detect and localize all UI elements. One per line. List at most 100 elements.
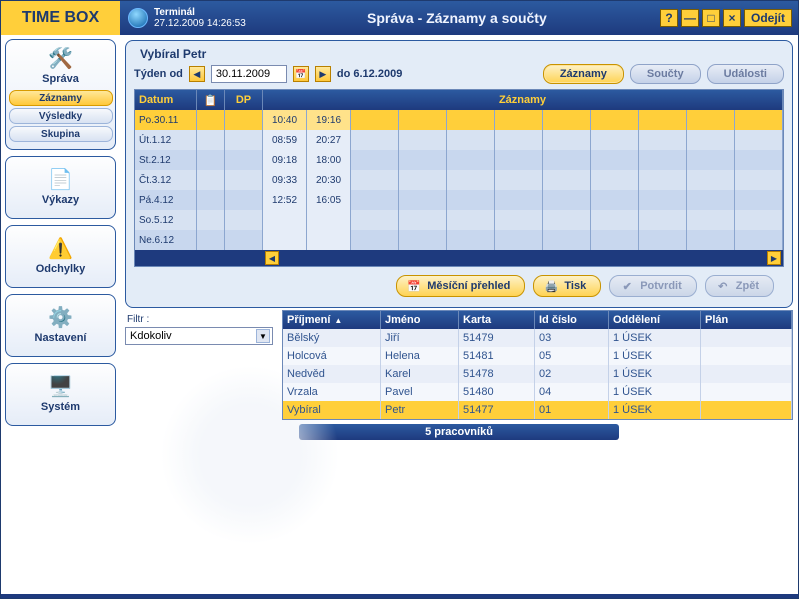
schedule-row[interactable]: St.2.1209:1818:00	[135, 150, 783, 170]
status-bar: 5 pracovníků	[299, 424, 619, 440]
maximize-button[interactable]: □	[702, 9, 720, 27]
cell-prijmeni: Holcová	[283, 347, 381, 365]
schedule-row[interactable]: Po.30.1110:4019:16	[135, 110, 783, 130]
empty-slot	[687, 110, 735, 130]
cell-dp	[225, 230, 263, 250]
col-date[interactable]: Datum	[135, 90, 197, 110]
empty-slot	[351, 150, 399, 170]
empty-slot	[735, 130, 783, 150]
sidebar-group-odchylky[interactable]: ⚠️ Odchylky	[5, 225, 116, 288]
employee-row[interactable]: NedvědKarel51478021 ÚSEK	[283, 365, 792, 383]
cell-karta: 51480	[459, 383, 535, 401]
empty-slot	[351, 210, 399, 230]
empty-slot	[639, 150, 687, 170]
prev-week-button[interactable]: ◀	[189, 66, 205, 82]
empty-slot	[495, 150, 543, 170]
sidebar-item-zaznamy[interactable]: Záznamy	[9, 90, 113, 106]
tab-zaznamy[interactable]: Záznamy	[543, 64, 624, 84]
sidebar-item-skupina[interactable]: Skupina	[9, 126, 113, 142]
cell-plan	[701, 347, 792, 365]
schedule-row[interactable]: Pá.4.1212:5216:05	[135, 190, 783, 210]
cell-time-out	[307, 230, 351, 250]
col-jmeno[interactable]: Jméno	[381, 311, 459, 329]
col-prijmeni[interactable]: Příjmení▲	[283, 311, 381, 329]
empty-slot	[399, 190, 447, 210]
next-week-button[interactable]: ▶	[315, 66, 331, 82]
gear-icon: ⚙️	[48, 305, 73, 330]
tab-udalosti[interactable]: Události	[707, 64, 784, 84]
cell-karta: 51481	[459, 347, 535, 365]
exit-button[interactable]: Odejít	[744, 9, 792, 27]
col-id[interactable]: Id číslo	[535, 311, 609, 329]
week-to-label: do 6.12.2009	[337, 68, 402, 80]
cell-date: St.2.12	[135, 150, 197, 170]
sidebar-group-sprava[interactable]: 🛠️ Správa Záznamy Výsledky Skupina	[5, 39, 116, 150]
empty-slot	[447, 190, 495, 210]
empty-slot	[591, 110, 639, 130]
empty-slot	[447, 170, 495, 190]
cell-dp	[225, 190, 263, 210]
cell-oddeleni: 1 ÚSEK	[609, 365, 701, 383]
sidebar-group-system[interactable]: 🖥️ Systém	[5, 363, 116, 426]
close-button[interactable]: ×	[723, 9, 741, 27]
filter-value: Kdokoliv	[130, 330, 172, 342]
empty-slot	[735, 190, 783, 210]
cell-time-out	[307, 210, 351, 230]
cell-date: Po.30.11	[135, 110, 197, 130]
records-panel: Vybíral Petr Týden od ◀ 30.11.2009 📅 ▶ d…	[125, 40, 793, 308]
date-picker-button[interactable]: 📅	[293, 66, 309, 82]
schedule-row[interactable]: So.5.12	[135, 210, 783, 230]
date-from-input[interactable]: 30.11.2009	[211, 65, 287, 83]
confirm-button[interactable]: ✔Potvrdit	[609, 275, 697, 297]
sidebar-group-nastaveni[interactable]: ⚙️ Nastavení	[5, 294, 116, 357]
cell-dp	[225, 130, 263, 150]
tab-soucty[interactable]: Součty	[630, 64, 701, 84]
col-zaznamy[interactable]: Záznamy	[263, 90, 783, 110]
col-karta[interactable]: Karta	[459, 311, 535, 329]
help-button[interactable]: ?	[660, 9, 678, 27]
sidebar-label-sprava: Správa	[42, 73, 79, 85]
sidebar-label-odchylky: Odchylky	[36, 263, 86, 275]
cell-flag	[197, 230, 225, 250]
empty-slot	[351, 110, 399, 130]
print-button[interactable]: 🖨️Tisk	[533, 275, 601, 297]
cell-plan	[701, 329, 792, 347]
cell-jmeno: Karel	[381, 365, 459, 383]
report-icon: 📄	[48, 167, 73, 192]
back-button[interactable]: ↶Zpět	[705, 275, 774, 297]
employee-row[interactable]: BělskýJiří51479031 ÚSEK	[283, 329, 792, 347]
empty-slot	[495, 130, 543, 150]
schedule-row[interactable]: Ne.6.12	[135, 230, 783, 250]
cell-time-in	[263, 210, 307, 230]
employee-row[interactable]: VrzalaPavel51480041 ÚSEK	[283, 383, 792, 401]
monthly-overview-button[interactable]: 📅Měsíční přehled	[396, 275, 525, 297]
cell-karta: 51477	[459, 401, 535, 419]
sidebar-item-vysledky[interactable]: Výsledky	[9, 108, 113, 124]
cell-plan	[701, 401, 792, 419]
col-oddeleni[interactable]: Oddělení	[609, 311, 701, 329]
col-icon[interactable]: 📋	[197, 90, 225, 110]
schedule-row[interactable]: Út.1.1208:5920:27	[135, 130, 783, 150]
schedule-hscroll[interactable]: ◀ ▶	[135, 250, 783, 266]
cell-oddeleni: 1 ÚSEK	[609, 383, 701, 401]
cell-id: 01	[535, 401, 609, 419]
scroll-right-button[interactable]: ▶	[767, 251, 781, 265]
empty-slot	[687, 130, 735, 150]
minimize-button[interactable]: —	[681, 9, 699, 27]
empty-slot	[447, 130, 495, 150]
col-plan[interactable]: Plán	[701, 311, 792, 329]
empty-slot	[495, 210, 543, 230]
cell-flag	[197, 170, 225, 190]
schedule-row[interactable]: Čt.3.1209:3320:30	[135, 170, 783, 190]
employee-row[interactable]: HolcováHelena51481051 ÚSEK	[283, 347, 792, 365]
cell-flag	[197, 190, 225, 210]
empty-slot	[399, 110, 447, 130]
filter-select[interactable]: Kdokoliv ▼	[125, 327, 273, 345]
sidebar-group-vykazy[interactable]: 📄 Výkazy	[5, 156, 116, 219]
empty-slot	[495, 230, 543, 250]
scroll-left-button[interactable]: ◀	[265, 251, 279, 265]
employee-row[interactable]: VybíralPetr51477011 ÚSEK	[283, 401, 792, 419]
cell-id: 02	[535, 365, 609, 383]
col-dp[interactable]: DP	[225, 90, 263, 110]
empty-slot	[735, 110, 783, 130]
